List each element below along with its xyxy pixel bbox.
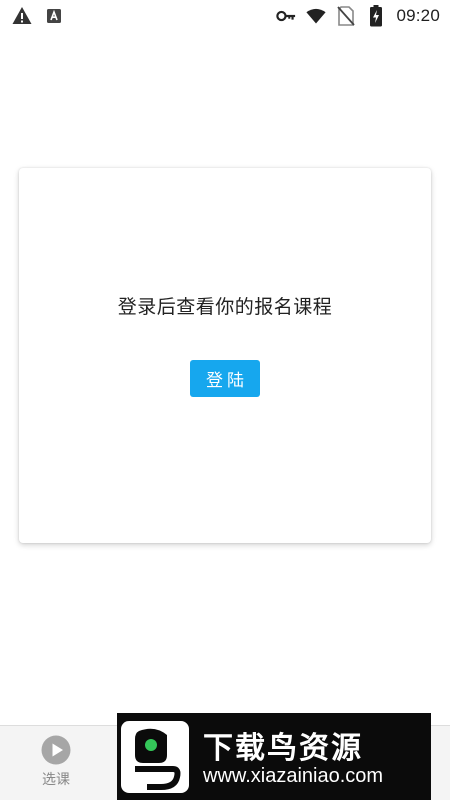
- status-right-icons: 09:20: [276, 5, 440, 27]
- watermark-title: 下载鸟资源: [203, 731, 363, 766]
- wifi-icon: [306, 6, 327, 26]
- nav-item-course-selection[interactable]: 选课: [0, 732, 112, 796]
- status-left-icons: [12, 6, 64, 26]
- battery-charging-icon: [366, 5, 386, 27]
- status-time: 09:20: [396, 6, 440, 25]
- status-bar: 09:20: [0, 0, 450, 32]
- login-prompt-card: 登录后查看你的报名课程 登陆: [19, 168, 431, 543]
- bird-logo-icon: [121, 721, 189, 793]
- watermark-url: www.xiazainiao.com: [203, 765, 384, 787]
- play-circle-icon: [41, 735, 71, 765]
- nav-label-course-selection: 选课: [42, 772, 70, 788]
- login-prompt-message: 登录后查看你的报名课程: [117, 296, 333, 318]
- login-button[interactable]: 登陆: [190, 360, 260, 397]
- key-icon: [276, 6, 296, 26]
- watermark-banner: 下载鸟资源 www.xiazainiao.com: [117, 713, 431, 800]
- warning-icon: [12, 6, 32, 26]
- app-a-icon: [44, 6, 64, 26]
- no-sim-icon: [336, 6, 356, 26]
